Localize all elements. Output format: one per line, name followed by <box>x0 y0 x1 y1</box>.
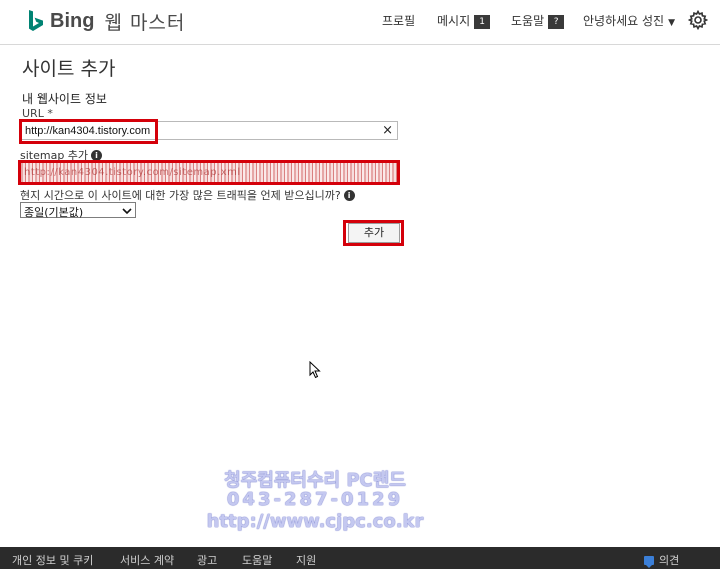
traffic-question: 현지 시간으로 이 사이트에 대한 가장 많은 트래픽을 언제 받으십니까? i <box>20 187 355 203</box>
nav-help[interactable]: 도움말? <box>511 12 565 29</box>
page-title: 사이트 추가 <box>22 58 116 80</box>
nav-messages-label: 메시지 <box>437 14 471 28</box>
user-menu[interactable]: 안녕하세요 성진 ▼ <box>583 12 675 29</box>
top-header: Bing 웹 마스터 프로필 메시지 1 도움말? 안녕하세요 성진 ▼ <box>0 0 720 45</box>
feedback-label: 의견 <box>659 554 680 567</box>
help-question-badge: ? <box>548 15 565 29</box>
bing-b-icon <box>29 9 43 31</box>
nav-profile-label: 프로필 <box>382 14 416 28</box>
footer-help-link[interactable]: 도움말 <box>242 552 272 568</box>
watermark-line-2: 043-287-0129 <box>226 489 404 510</box>
settings-gear-icon[interactable] <box>687 9 709 34</box>
traffic-time-select[interactable]: 종일(기본값) <box>20 202 136 219</box>
nav-messages[interactable]: 메시지 1 <box>437 12 491 29</box>
mouse-pointer-icon <box>309 360 321 383</box>
footer-bar: 개인 정보 및 쿠키 서비스 계약 광고 도움말 지원 의견 <box>0 547 720 569</box>
traffic-info-icon[interactable]: i <box>343 189 355 201</box>
watermark-line-3: http://www.cjpc.co.kr <box>206 511 424 532</box>
clear-icon[interactable]: × <box>382 123 393 138</box>
traffic-select-value: 종일(기본값) <box>24 206 84 219</box>
user-greeting: 안녕하세요 성진 <box>583 14 665 28</box>
add-button-highlight-box <box>343 220 404 246</box>
info-icon[interactable]: i <box>91 149 103 161</box>
speech-bubble-icon <box>644 555 654 568</box>
sitemap-highlight-box <box>18 160 400 185</box>
section-label: 내 웹사이트 정보 <box>22 92 107 106</box>
feedback-button[interactable]: 의견 <box>644 552 679 568</box>
product-name: 웹 마스터 <box>104 12 186 34</box>
brand-name: Bing <box>50 10 95 32</box>
bing-logo[interactable]: Bing 웹 마스터 <box>28 8 185 35</box>
nav-help-label: 도움말 <box>511 14 545 28</box>
messages-count-badge: 1 <box>474 15 491 29</box>
nav-profile[interactable]: 프로필 <box>382 12 415 29</box>
url-highlight-box <box>19 119 158 144</box>
footer-privacy-link[interactable]: 개인 정보 및 쿠키 <box>12 552 93 568</box>
chevron-down-icon: ▼ <box>668 18 676 28</box>
footer-support-link[interactable]: 지원 <box>296 552 316 568</box>
footer-ads-link[interactable]: 광고 <box>197 552 217 568</box>
traffic-question-text: 현지 시간으로 이 사이트에 대한 가장 많은 트래픽을 언제 받으십니까? <box>20 189 341 202</box>
chevron-down-icon <box>122 205 132 218</box>
footer-terms-link[interactable]: 서비스 계약 <box>120 552 174 568</box>
